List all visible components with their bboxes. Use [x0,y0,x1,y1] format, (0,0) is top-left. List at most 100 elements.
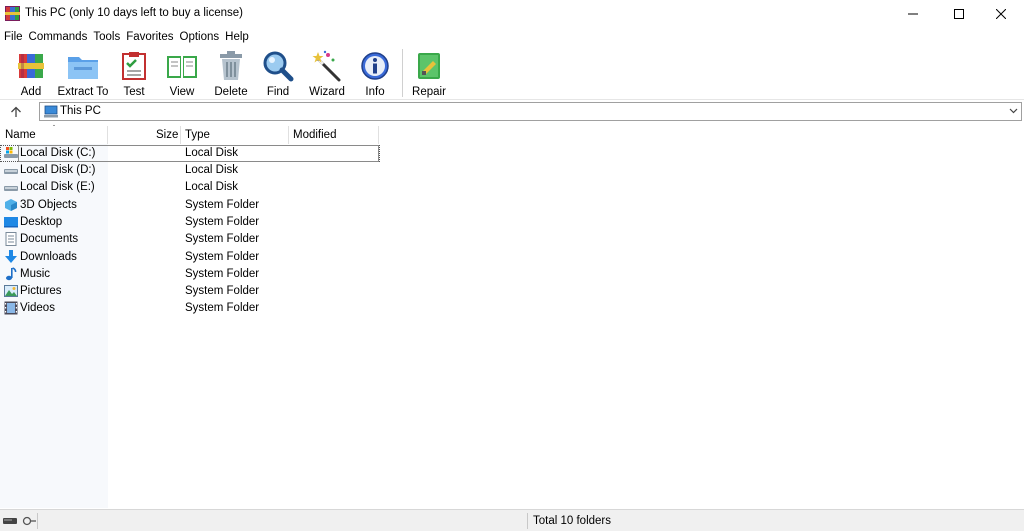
view-book-icon [167,56,197,78]
file-name: Music [20,268,51,280]
file-row-desktop[interactable]: Desktop System Folder [0,214,380,231]
view-label: View [169,86,195,98]
document-icon [5,232,17,246]
menu-help[interactable]: Help [225,31,254,43]
file-name: Downloads [20,251,77,263]
status-bar: Total 10 folders [0,509,1024,531]
arrow-up-icon [11,106,21,117]
column-header-size[interactable]: Size [108,126,181,144]
info-label: Info [365,86,385,98]
file-type: System Folder [185,251,260,263]
file-row-documents[interactable]: Documents System Folder [0,231,380,248]
status-separator [527,513,528,529]
magnifier-icon [263,51,294,82]
extract-to-label: Extract To [57,86,109,98]
file-type: Local Disk [185,147,239,159]
file-name: Local Disk (C:) [20,147,96,159]
network-status-icon[interactable] [22,516,37,526]
up-one-level-button[interactable] [6,103,26,121]
address-row: This PC [0,100,1024,124]
minimize-button[interactable] [890,0,936,28]
test-checklist-icon [122,52,146,80]
file-type: Local Disk [185,181,239,193]
magic-wand-icon [312,50,341,82]
info-button[interactable]: Info [358,49,392,98]
drive-icon [4,169,18,174]
file-name: 3D Objects [20,199,77,211]
window-title: This PC (only 10 days left to buy a lice… [25,7,243,19]
test-button[interactable]: Test [118,49,150,98]
file-row-3d-objects[interactable]: 3D Objects System Folder [0,197,380,214]
add-archive-icon [18,54,44,78]
title-bar: This PC (only 10 days left to buy a lice… [0,0,1024,28]
film-icon [4,301,18,315]
file-type: System Folder [185,285,260,297]
file-name: Local Disk (E:) [20,181,95,193]
file-row-pictures[interactable]: Pictures System Folder [0,283,380,300]
column-header-type-label: Type [185,129,210,141]
download-icon [5,250,17,263]
menu-file[interactable]: File [4,31,28,43]
wizard-label: Wizard [309,86,345,98]
menu-options[interactable]: Options [180,31,225,43]
address-bar[interactable]: This PC [39,102,1022,121]
column-header-modified-label: Modified [293,129,337,141]
file-row-local-disk-e[interactable]: Local Disk (E:) Local Disk [0,179,380,196]
file-row-downloads[interactable]: Downloads System Folder [0,249,380,266]
file-row-music[interactable]: Music System Folder [0,266,380,283]
info-icon [361,52,389,80]
extract-folder-icon [68,57,98,79]
cube-icon [5,199,17,211]
file-type: Local Disk [185,164,239,176]
drive-status-icon[interactable] [3,516,17,526]
file-type: System Folder [185,233,260,245]
find-button[interactable]: Find [261,49,295,98]
file-type: System Folder [185,216,260,228]
delete-button[interactable]: Delete [212,49,250,98]
computer-icon [44,105,58,118]
repair-button[interactable]: Repair [412,49,446,98]
status-icons [3,516,37,529]
file-name: Videos [20,302,55,314]
column-header-type[interactable]: Type [181,126,289,144]
column-header-name[interactable]: Name [0,126,108,144]
system-drive-icon [4,147,18,158]
column-header-name-label: Name [5,129,36,141]
repair-icon [418,53,440,79]
column-header-size-label: Size [156,129,179,141]
column-header-modified[interactable]: Modified [289,126,379,144]
test-label: Test [123,86,145,98]
file-type: System Folder [185,268,260,280]
music-note-icon [6,267,17,281]
menu-bar: File Commands Tools Favorites Options He… [0,28,1024,45]
picture-icon [4,285,18,297]
toolbar-separator [402,49,403,97]
trash-icon [220,51,242,80]
chevron-down-icon[interactable] [1009,106,1018,115]
file-row-local-disk-d[interactable]: Local Disk (D:) Local Disk [0,162,380,179]
maximize-icon [954,9,964,19]
file-name: Desktop [20,216,63,228]
delete-label: Delete [214,86,248,98]
menu-tools[interactable]: Tools [93,31,125,43]
extract-to-button[interactable]: Extract To [56,49,110,98]
close-button[interactable] [978,0,1024,28]
add-label: Add [20,86,42,98]
view-button[interactable]: View [163,49,201,98]
desktop-icon [4,217,18,228]
repair-label: Repair [412,86,446,98]
maximize-button[interactable] [936,0,982,28]
wizard-button[interactable]: Wizard [307,49,347,98]
file-name: Pictures [20,285,62,297]
file-row-videos[interactable]: Videos System Folder [0,300,380,317]
menu-favorites[interactable]: Favorites [126,31,178,43]
file-type: System Folder [185,199,260,211]
file-name: Local Disk (D:) [20,164,96,176]
drive-icon [4,186,18,191]
winrar-app-icon[interactable] [5,6,20,21]
file-name: Documents [20,233,79,245]
add-button[interactable]: Add [13,49,49,98]
file-row-local-disk-c[interactable]: Local Disk (C:) Local Disk [0,145,380,162]
status-separator [37,513,38,529]
menu-commands[interactable]: Commands [29,31,93,43]
